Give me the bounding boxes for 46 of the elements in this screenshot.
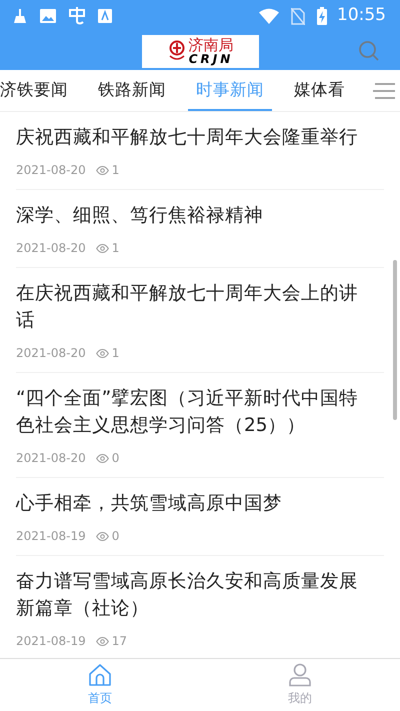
battery-icon	[317, 7, 327, 25]
article-item[interactable]: 心手相牵，共筑雪域高原中国梦 2021-08-19 0	[16, 478, 384, 556]
view-count: 1	[112, 240, 120, 257]
article-item[interactable]: 在庆祝西藏和平解放七十周年大会上的讲话 2021-08-20 1	[16, 268, 384, 373]
article-date: 2021-08-19	[16, 633, 86, 650]
article-title: 心手相牵，共筑雪域高原中国梦	[16, 492, 283, 516]
article-item[interactable]: 深学、细照、笃行焦裕禄精神 2021-08-20 1	[16, 190, 384, 268]
emblem-icon	[166, 40, 186, 62]
article-date: 2021-08-20	[16, 162, 86, 179]
search-button[interactable]	[358, 40, 380, 62]
article-date: 2021-08-20	[16, 450, 86, 467]
status-time: 10:55	[337, 4, 386, 28]
article-title: 在庆祝西藏和平解放七十周年大会上的讲话	[16, 282, 359, 333]
article-title: “四个全面”擘宏图（习近平新时代中国特色社会主义思想学习问答（25））	[16, 387, 360, 438]
image-icon	[40, 9, 56, 23]
category-tab[interactable]: 铁路新闻	[90, 70, 174, 111]
eye-icon	[96, 636, 109, 646]
eye-icon	[96, 348, 109, 358]
eye-icon	[96, 244, 109, 252]
home-icon	[88, 663, 112, 687]
logo-subtext: CRJN	[188, 53, 234, 65]
article-item[interactable]: 庆祝西藏和平解放七十周年大会隆重举行 2021-08-20 1	[16, 112, 384, 190]
article-title: 深学、细照、笃行焦裕禄精神	[16, 204, 264, 228]
person-icon	[289, 663, 311, 687]
article-date: 2021-08-19	[16, 528, 86, 545]
broom-icon	[14, 9, 26, 23]
view-count: 1	[112, 345, 120, 362]
logo-text: 济南局	[188, 37, 234, 53]
article-item[interactable]: “四个全面”擘宏图（习近平新时代中国特色社会主义思想学习问答（25）） 2021-08-20 0	[16, 373, 384, 478]
view-count: 0	[112, 528, 120, 545]
article-title: 奋力谱写雪域高原长治久安和高质量发展新篇章（社论）	[16, 570, 359, 621]
article-date: 2021-08-20	[16, 240, 86, 257]
menu-icon	[373, 82, 395, 98]
eye-icon	[96, 166, 109, 174]
no-sim-icon	[291, 8, 305, 24]
search-icon	[358, 40, 380, 62]
category-tab[interactable]: 济铁要闻	[0, 70, 76, 111]
view-count: 0	[112, 450, 120, 467]
article-date: 2021-08-20	[16, 345, 86, 362]
article-title: 庆祝西藏和平解放七十周年大会隆重举行	[16, 126, 359, 150]
wifi-icon	[259, 8, 279, 24]
category-tab[interactable]: 媒体看	[286, 70, 353, 111]
view-count: 1	[112, 162, 120, 179]
view-count: 17	[112, 633, 128, 650]
eye-icon	[96, 454, 109, 462]
eye-icon	[96, 532, 109, 540]
